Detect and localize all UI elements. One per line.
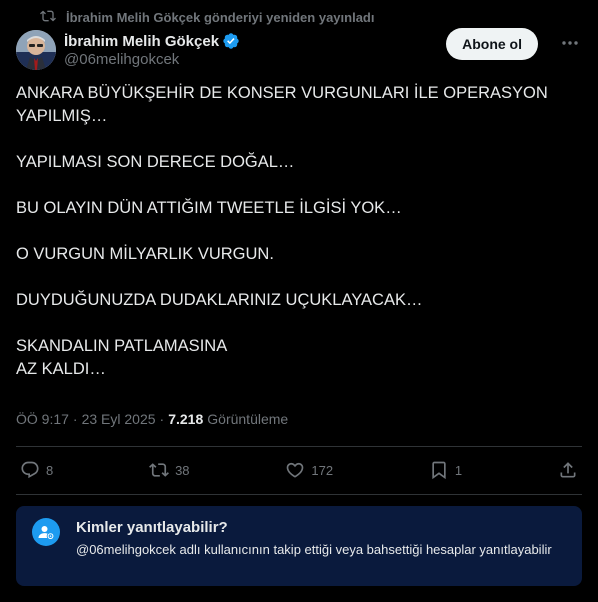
reply-restriction-title: Kimler yanıtlayabilir? — [76, 519, 228, 536]
reply-restriction-description: @06melihgokcek adlı kullanıcının takip e… — [76, 542, 552, 557]
avatar[interactable] — [16, 30, 56, 70]
more-icon[interactable] — [560, 33, 580, 53]
divider — [16, 446, 582, 447]
bookmark-count: 1 — [454, 462, 463, 478]
tweet-paragraph: O VURGUN MİLYARLIK VURGUN. — [16, 245, 274, 263]
reply-icon — [20, 460, 40, 480]
divider — [16, 494, 582, 495]
repost-icon — [40, 8, 56, 27]
tweet-text: ANKARA BÜYÜKŞEHİR DE KONSER VURGUNLARI İ… — [16, 82, 576, 381]
meta-separator: · — [72, 411, 78, 427]
tweet-paragraph: YAPILMASI SON DERECE DOĞAL… — [16, 153, 295, 171]
tweet-meta: ÖÖ 9:17 · 23 Eyl 2025 · 7.218 Görüntülem… — [16, 411, 288, 427]
tweet-time[interactable]: ÖÖ 9:17 — [16, 411, 69, 427]
tweet-date[interactable]: 23 Eyl 2025 — [82, 411, 156, 427]
views-label: Görüntüleme — [207, 411, 289, 427]
share-icon — [558, 460, 578, 480]
mention-user-icon — [32, 518, 60, 546]
tweet-paragraph: BU OLAYIN DÜN ATTIĞIM TWEETLE İLGİSİ YOK… — [16, 199, 402, 217]
views-count: 7.218 — [168, 411, 204, 427]
like-count: 172 — [311, 462, 334, 478]
bookmark-button[interactable]: 1 — [429, 460, 462, 480]
repost-icon — [149, 460, 170, 480]
heart-icon — [285, 460, 305, 480]
reply-count: 8 — [46, 462, 54, 478]
reply-button[interactable]: 8 — [20, 460, 53, 480]
verified-badge-icon — [222, 32, 240, 50]
reply-restriction-box: Kimler yanıtlayabilir? @06melihgokcek ad… — [16, 506, 582, 586]
tweet-actions: 8 38 172 1 — [20, 456, 578, 484]
share-button[interactable] — [558, 460, 578, 480]
like-button[interactable]: 172 — [285, 460, 333, 480]
bookmark-icon — [429, 460, 449, 480]
repost-count: 38 — [175, 462, 190, 478]
meta-separator: · — [159, 411, 165, 427]
author-handle[interactable]: @06melihgokcek — [64, 51, 240, 68]
tweet-paragraph: SKANDALIN PATLAMASINA AZ KALDI… — [16, 337, 228, 378]
repost-indicator[interactable]: İbrahim Melih Gökçek gönderiyi yeniden y… — [40, 8, 374, 27]
author-display-name[interactable]: İbrahim Melih Gökçek — [64, 33, 219, 50]
repost-text: İbrahim Melih Gökçek gönderiyi yeniden y… — [66, 10, 375, 25]
follow-button[interactable]: Abone ol — [446, 28, 538, 60]
repost-button[interactable]: 38 — [149, 460, 190, 480]
tweet-header: İbrahim Melih Gökçek @06melihgokcek Abon… — [16, 28, 582, 72]
tweet-paragraph: DUYDUĞUNUZDA DUDAKLARINIZ UÇUKLAYACAK… — [16, 291, 423, 309]
author-names: İbrahim Melih Gökçek @06melihgokcek — [64, 32, 240, 68]
tweet-paragraph: ANKARA BÜYÜKŞEHİR DE KONSER VURGUNLARI İ… — [16, 84, 548, 125]
